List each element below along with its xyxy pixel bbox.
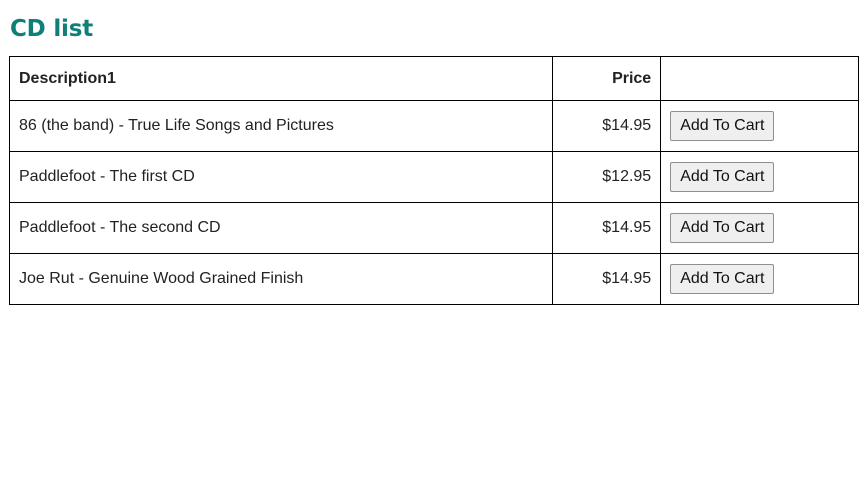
cd-table: Description1 Price 86 (the band) - True …	[8, 56, 859, 305]
cd-price: $14.95	[552, 100, 662, 152]
column-header-price: Price	[552, 56, 662, 101]
column-header-description: Description1	[8, 56, 554, 101]
add-to-cart-button[interactable]: Add To Cart	[670, 111, 775, 141]
cd-price: $14.95	[552, 202, 662, 254]
add-to-cart-button[interactable]: Add To Cart	[670, 264, 775, 294]
cd-price: $14.95	[552, 253, 662, 305]
cd-description: Paddlefoot - The second CD	[8, 202, 554, 254]
cd-description: 86 (the band) - True Life Songs and Pict…	[8, 100, 554, 152]
add-to-cart-button[interactable]: Add To Cart	[670, 162, 775, 192]
cd-description: Paddlefoot - The first CD	[8, 151, 554, 203]
action-cell: Add To Cart	[660, 151, 859, 203]
cd-price: $12.95	[552, 151, 662, 203]
action-cell: Add To Cart	[660, 253, 859, 305]
column-header-action	[660, 56, 859, 101]
page: CD list Description1 Price 86 (the band)…	[0, 0, 864, 478]
table-row: 86 (the band) - True Life Songs and Pict…	[8, 100, 859, 152]
table-row: Paddlefoot - The second CD $14.95 Add To…	[8, 202, 859, 254]
table-row: Joe Rut - Genuine Wood Grained Finish $1…	[8, 253, 859, 305]
add-to-cart-button[interactable]: Add To Cart	[670, 213, 775, 243]
table-row: Paddlefoot - The first CD $12.95 Add To …	[8, 151, 859, 203]
cd-description: Joe Rut - Genuine Wood Grained Finish	[8, 253, 554, 305]
table-header-row: Description1 Price	[8, 56, 859, 101]
action-cell: Add To Cart	[660, 100, 859, 152]
page-title: CD list	[10, 16, 94, 42]
action-cell: Add To Cart	[660, 202, 859, 254]
